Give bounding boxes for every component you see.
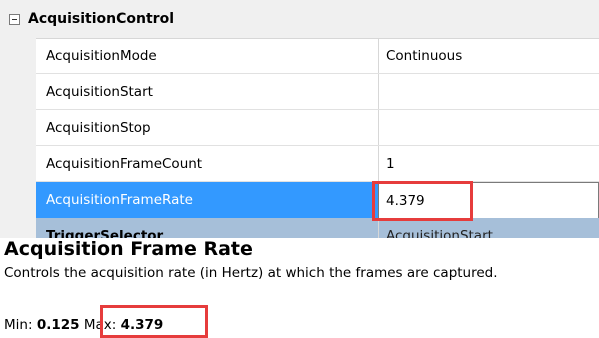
max-value: 4.379 — [120, 317, 164, 333]
min-label: Min: — [4, 317, 33, 333]
property-row-acquisition-start[interactable]: AcquisitionStart — [0, 74, 599, 110]
row-gutter — [0, 110, 36, 146]
category-acquisition-control[interactable]: AcquisitionControl — [0, 0, 599, 39]
row-gutter — [0, 146, 36, 182]
property-name: AcquisitionFrameRate — [46, 192, 193, 208]
max-label: Max: — [83, 317, 117, 333]
help-range: Min: 0.125 Max: 4.379 — [4, 317, 163, 333]
property-grid: AcquisitionControl AcquisitionMode Conti… — [0, 0, 599, 240]
row-gutter — [0, 218, 36, 240]
help-title: Acquisition Frame Rate — [4, 238, 253, 260]
property-row-acquisition-mode[interactable]: AcquisitionMode Continuous — [0, 38, 599, 74]
property-value[interactable]: Continuous — [378, 38, 599, 74]
property-name: AcquisitionStart — [46, 84, 153, 100]
property-value[interactable] — [378, 110, 599, 146]
property-row-trigger-selector[interactable]: TriggerSelector AcquisitionStart — [0, 218, 599, 240]
help-description: Controls the acquisition rate (in Hertz)… — [4, 265, 498, 281]
row-gutter — [0, 74, 36, 110]
property-value[interactable]: AcquisitionStart — [378, 218, 599, 240]
property-name: TriggerSelector — [46, 228, 164, 240]
category-label: AcquisitionControl — [28, 11, 175, 27]
collapse-toggle-icon[interactable] — [9, 13, 20, 25]
property-value[interactable]: 1 — [378, 146, 599, 182]
property-name: AcquisitionFrameCount — [46, 156, 203, 172]
min-value: 0.125 — [36, 317, 80, 333]
property-row-acquisition-frame-rate[interactable]: AcquisitionFrameRate 4.379 — [0, 182, 599, 220]
row-gutter — [0, 38, 36, 74]
property-name: AcquisitionMode — [46, 48, 157, 64]
help-panel: Acquisition Frame Rate Controls the acqu… — [0, 238, 599, 338]
property-value[interactable] — [378, 74, 599, 110]
property-value-editor[interactable]: 4.379 — [378, 182, 599, 220]
property-name: AcquisitionStop — [46, 120, 151, 136]
property-row-acquisition-stop[interactable]: AcquisitionStop — [0, 110, 599, 146]
property-row-acquisition-frame-count[interactable]: AcquisitionFrameCount 1 — [0, 146, 599, 182]
row-gutter — [0, 182, 36, 218]
